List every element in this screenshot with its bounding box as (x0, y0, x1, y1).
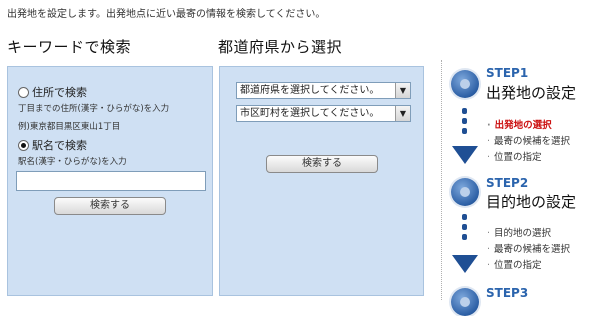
step1-heading: 出発地の設定 (486, 84, 577, 102)
keyword-input[interactable] (16, 171, 206, 191)
city-select-value: 市区町村を選択してください。 (240, 108, 380, 119)
step1-down-arrow-icon (452, 146, 478, 164)
step2-globe-icon (451, 178, 479, 206)
city-select[interactable]: 市区町村を選択してください。 ▼ (236, 105, 411, 122)
step1-item-active: · 出発地の選択 (487, 120, 552, 131)
address-radio-label: 住所で検索 (32, 86, 87, 99)
prefecture-select-panel: 都道府県を選択してください。 ▼ 市区町村を選択してください。 ▼ 検索する (219, 66, 424, 296)
address-search-option[interactable]: 住所で検索 (18, 84, 87, 100)
station-radio[interactable] (18, 139, 29, 151)
station-search-option[interactable]: 駅名で検索 (18, 137, 87, 153)
step2-heading: 目的地の設定 (486, 193, 577, 211)
address-hint: 丁目までの住所(漢字・ひらがな)を入力 (18, 104, 170, 114)
dropdown-arrow-icon[interactable]: ▼ (395, 106, 410, 121)
station-hint: 駅名(漢字・ひらがな)を入力 (18, 157, 127, 167)
step2-label: STEP2 (486, 176, 529, 190)
address-radio[interactable] (18, 86, 29, 98)
step1-globe-icon (451, 70, 479, 98)
step2-item: · 最寄の候補を選択 (487, 244, 571, 255)
station-radio-label: 駅名で検索 (32, 139, 87, 152)
prefecture-select[interactable]: 都道府県を選択してください。 ▼ (236, 82, 411, 99)
intro-text: 出発地を設定します。出発地点に近い最寄の情報を検索してください。 (7, 9, 326, 20)
dropdown-arrow-icon[interactable]: ▼ (395, 83, 410, 98)
step-divider (441, 60, 442, 300)
step1-item: · 位置の指定 (487, 152, 542, 163)
address-example: 例)東京都目黒区東山1丁目 (18, 122, 121, 132)
step3-globe-icon (451, 288, 479, 316)
prefecture-select-value: 都道府県を選択してください。 (240, 85, 380, 96)
keyword-search-button[interactable]: 検索する (54, 197, 166, 215)
prefecture-select-title: 都道府県から選択 (218, 38, 343, 56)
keyword-search-title: キーワードで検索 (7, 38, 132, 56)
area-search-button[interactable]: 検索する (266, 155, 378, 173)
step2-item: · 目的地の選択 (487, 228, 552, 239)
step3-label: STEP3 (486, 286, 529, 300)
step2-item: · 位置の指定 (487, 260, 542, 271)
step1-dots (462, 108, 468, 138)
step1-item: · 最寄の候補を選択 (487, 136, 571, 147)
step2-down-arrow-icon (452, 255, 478, 273)
step2-dots (462, 214, 468, 244)
step1-label: STEP1 (486, 66, 529, 80)
keyword-search-panel: 住所で検索 丁目までの住所(漢字・ひらがな)を入力 例)東京都目黒区東山1丁目 … (7, 66, 213, 296)
